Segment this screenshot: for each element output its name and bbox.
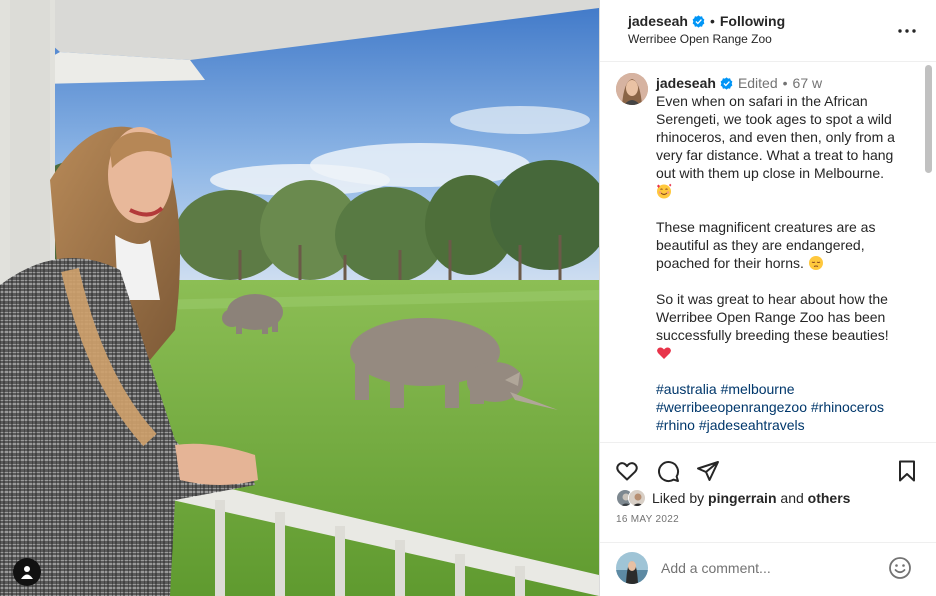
bookmark-icon <box>899 460 915 482</box>
smiley-icon <box>889 557 911 579</box>
following-button[interactable]: Following <box>720 13 785 29</box>
scrollbar-thumb[interactable] <box>925 65 932 173</box>
paper-plane-icon <box>697 461 719 481</box>
smiling-face-with-hearts-emoji-icon <box>657 183 672 199</box>
red-heart-emoji-icon <box>657 347 671 359</box>
avatar-image <box>616 73 648 105</box>
header-separator: • <box>709 13 715 29</box>
caption-paragraph: Even when on safari in the African Seren… <box>656 92 912 200</box>
heart-icon <box>616 462 638 481</box>
comment-button[interactable] <box>656 459 682 485</box>
header-user-line: jadeseah • Following <box>628 13 785 29</box>
likes-others-link[interactable]: others <box>808 490 851 506</box>
likes-text: Liked by pingerrain and others <box>652 490 850 506</box>
verified-badge-icon <box>720 76 733 90</box>
caption-separator: • <box>782 75 788 91</box>
likes-summary: Liked by pingerrain and others <box>616 489 850 507</box>
header-username[interactable]: jadeseah <box>628 13 688 29</box>
post-caption: jadeseah Edited • 67 w Even when on safa… <box>656 74 912 434</box>
rhino-photo-image <box>0 0 599 596</box>
liker-avatar[interactable] <box>628 489 646 507</box>
hashtag-link[interactable]: #werribeeopenrangezoo <box>656 399 807 415</box>
current-user-avatar <box>616 552 648 584</box>
caption-paragraph: So it was great to hear about how the We… <box>656 290 912 362</box>
pensive-face-emoji-icon <box>808 256 823 270</box>
add-comment-bar <box>600 542 936 596</box>
edited-label: Edited <box>737 75 778 91</box>
verified-badge-icon <box>692 14 705 28</box>
post-photo[interactable] <box>0 0 599 596</box>
user-tag-icon <box>21 566 33 579</box>
more-options-icon <box>898 29 916 33</box>
caption-text-2: These magnificent creatures are as beaut… <box>656 219 876 271</box>
comment-bubble-icon <box>658 461 680 483</box>
caption-meta: jadeseah Edited • 67 w <box>656 74 912 92</box>
tagged-users-button[interactable] <box>13 558 41 586</box>
avatar-image <box>616 552 648 584</box>
hashtag-link[interactable]: #australia <box>656 381 717 397</box>
post-date[interactable]: 16 MAY 2022 <box>616 514 679 525</box>
more-options-button[interactable] <box>896 20 918 42</box>
post-dialog: jadeseah • Following Werribee Open Range… <box>0 0 936 596</box>
comment-input[interactable] <box>661 557 881 579</box>
like-button[interactable] <box>615 459 641 485</box>
post-side-panel: jadeseah • Following Werribee Open Range… <box>599 0 936 596</box>
author-avatar[interactable] <box>616 73 648 105</box>
comments-scrollbar[interactable] <box>924 62 933 442</box>
likes-conjunction: and <box>780 490 804 506</box>
post-header: jadeseah • Following Werribee Open Range… <box>600 0 936 62</box>
caption-hashtags: #australia #melbourne #werribeeopenrange… <box>656 380 912 434</box>
caption-text-1: Even when on safari in the African Seren… <box>656 93 895 181</box>
caption-paragraph: These magnificent creatures are as beaut… <box>656 218 912 272</box>
location-link[interactable]: Werribee Open Range Zoo <box>628 32 772 46</box>
caption-username[interactable]: jadeseah <box>656 74 716 92</box>
share-button[interactable] <box>696 459 722 485</box>
hashtag-link[interactable]: #melbourne <box>721 381 795 397</box>
post-actions: Liked by pingerrain and others 16 MAY 20… <box>600 442 936 542</box>
liker-username[interactable]: pingerrain <box>708 490 776 506</box>
emoji-picker-button[interactable] <box>888 556 912 580</box>
comments-area[interactable]: jadeseah Edited • 67 w Even when on safa… <box>600 62 936 442</box>
hashtag-link[interactable]: #jadeseahtravels <box>699 417 805 433</box>
post-age[interactable]: 67 w <box>793 74 823 92</box>
hashtag-link[interactable]: #rhinoceros <box>811 399 884 415</box>
save-button[interactable] <box>895 459 921 485</box>
caption-text-3: So it was great to hear about how the We… <box>656 291 889 343</box>
hashtag-link[interactable]: #rhino <box>656 417 695 433</box>
likes-prefix: Liked by <box>652 490 705 506</box>
avatar-image <box>629 490 645 506</box>
